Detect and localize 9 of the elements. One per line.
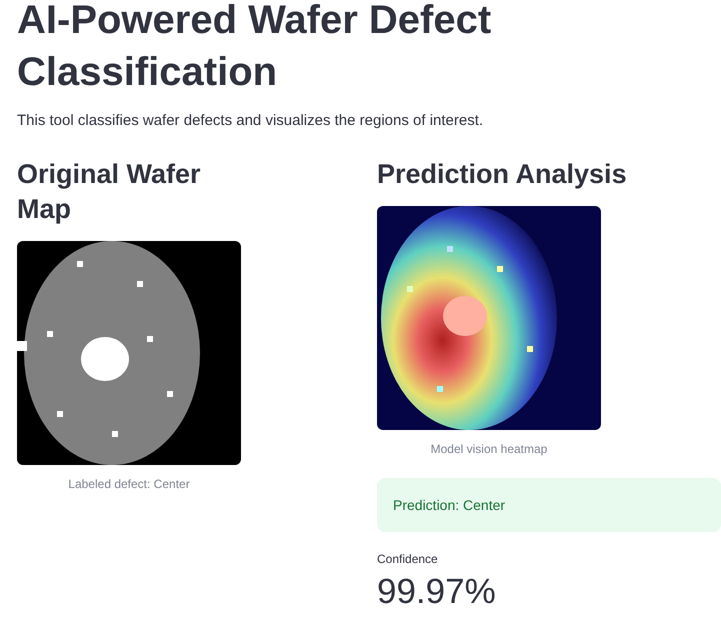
description: This tool classifies wafer defects and visualizes the regions of interest. [17, 112, 484, 129]
page-title: AI-Powered Wafer Defect Classification [17, 0, 492, 96]
image-caption: Model vision heatmap [430, 442, 548, 456]
section-heading: Original Wafer Map [17, 158, 202, 226]
section-heading: Prediction Analysis [377, 158, 628, 191]
image-caption: Labeled defect: Center [67, 477, 191, 492]
metric-value: 99.97% [377, 572, 497, 612]
prediction-alert: Prediction: Center [377, 478, 721, 532]
metric-label: Confidence [377, 552, 439, 566]
